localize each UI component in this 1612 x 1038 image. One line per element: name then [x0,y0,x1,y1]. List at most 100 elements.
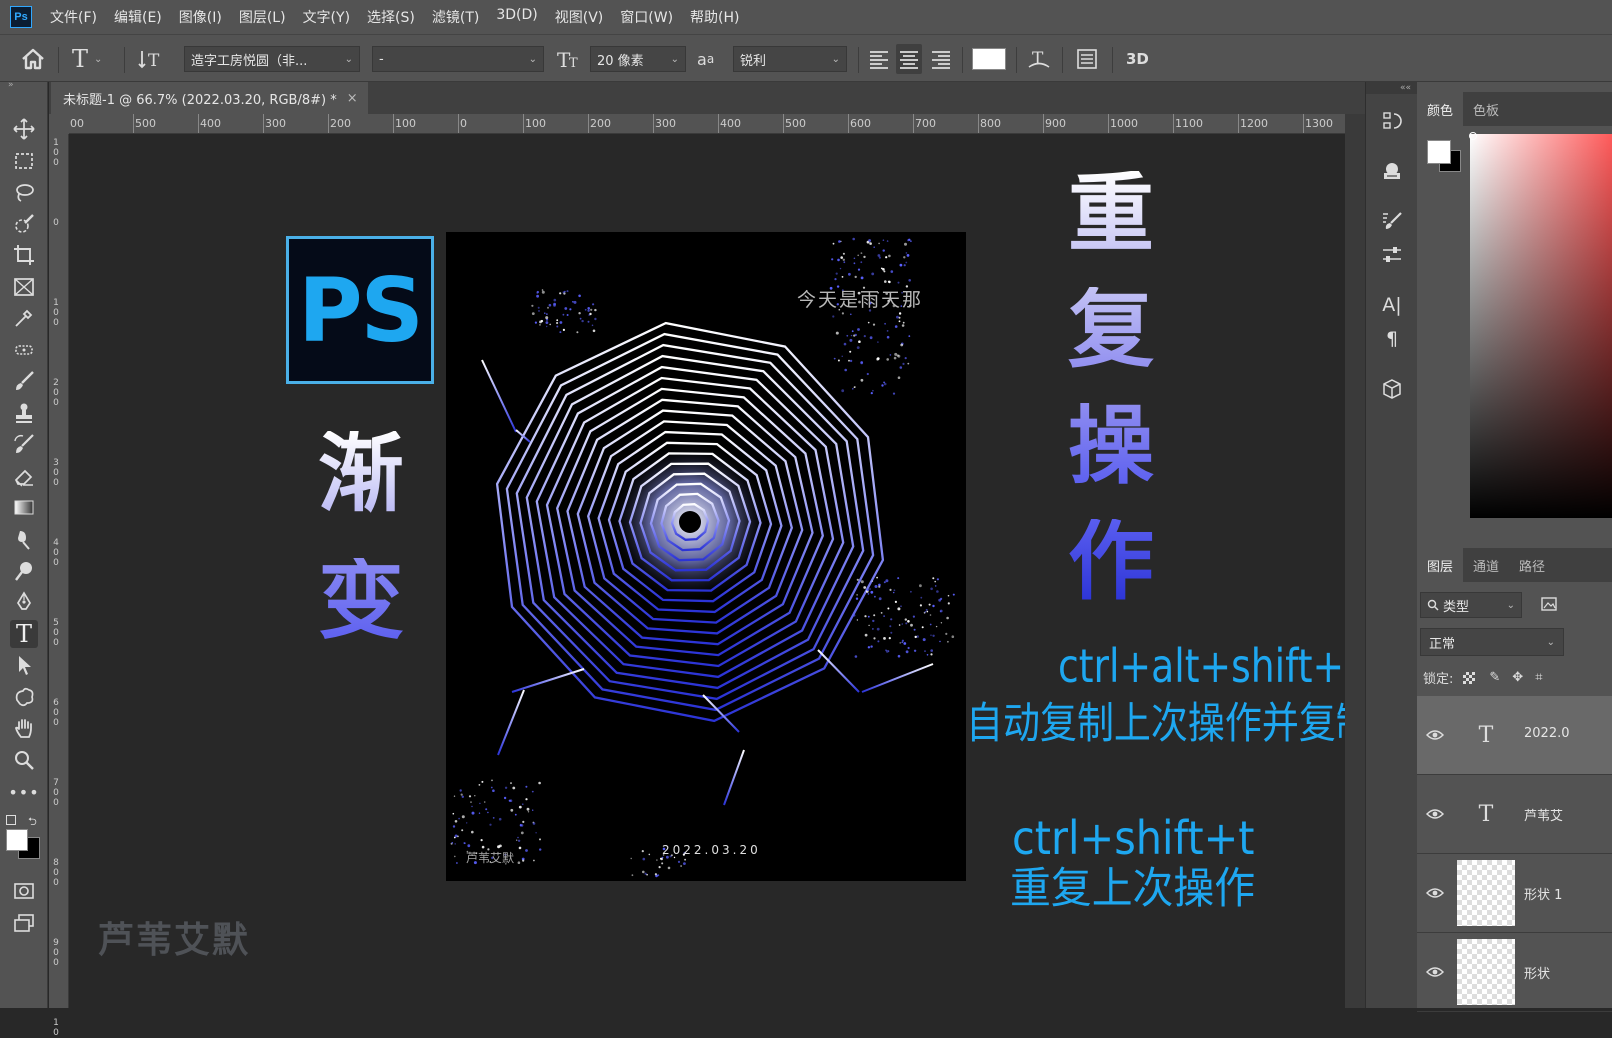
menu-item[interactable]: 选择(S) [367,7,415,27]
3d-button[interactable]: 3D [1126,44,1149,74]
crop-tool-icon[interactable] [10,241,38,269]
default-colors-icon[interactable] [6,815,16,825]
pen-tool-icon[interactable] [10,588,38,616]
layer-row[interactable]: T 2022.0 [1417,696,1612,775]
lasso-tool-icon[interactable] [10,178,38,206]
document-tab[interactable]: 未标题-1 @ 66.7% (2022.03.20, RGB/8#) * × [51,82,368,114]
align-center-icon[interactable] [896,44,922,74]
visibility-eye-icon[interactable] [1425,884,1445,903]
color-picker-cursor[interactable] [1469,132,1477,140]
frame-tool-icon[interactable] [10,273,38,301]
visibility-eye-icon[interactable] [1425,726,1445,745]
menu-item[interactable]: 滤镜(T) [432,7,479,27]
shortcut-1-keys: ctrl+alt+shift+t [1058,639,1345,693]
history-brush-tool-icon[interactable] [10,430,38,458]
3d-panel-icon[interactable] [1376,374,1408,404]
vertical-ruler[interactable]: 1 0 0 0 1 0 0 2 0 0 3 0 0 4 0 0 5 0 0 6 0 0 7 0 … [49,134,69,1038]
photoshop-logo[interactable]: Ps [10,6,32,28]
vertical-scrollbar[interactable] [1345,114,1365,1008]
brush-tool-icon[interactable] [10,367,38,395]
ruler-tick-label: 3 0 0 [53,458,59,488]
character-panel-icon[interactable] [1074,44,1100,74]
marquee-tool-icon[interactable] [10,147,38,175]
font-family-select[interactable]: 造字工房悦圆（非... ⌄ [184,46,360,72]
type-tool-icon[interactable]: T [10,620,38,648]
font-style-value: - [379,51,384,67]
blend-mode-select[interactable]: 正常 ⌄ [1420,628,1564,656]
layer-row[interactable]: 形状 1 [1417,854,1612,933]
home-icon[interactable] [20,44,46,74]
layer-row[interactable]: T 芦苇艾 [1417,775,1612,854]
quick-selection-tool-icon[interactable] [10,210,38,238]
warp-text-icon[interactable]: T [1026,44,1052,74]
quick-mask-icon[interactable] [10,877,38,905]
panel-tab[interactable]: 路径 [1509,548,1555,582]
panel-tab[interactable]: 图层 [1417,548,1464,582]
color-swatches[interactable]: ⮌ [6,815,42,867]
panel-tab[interactable]: 色板 [1463,92,1509,126]
layer-row[interactable]: 形状 [1417,933,1612,1012]
smudge-tool-icon[interactable] [10,525,38,553]
close-tab-icon[interactable]: × [347,91,358,106]
clone-stamp-tool-icon[interactable] [10,399,38,427]
foreground-color-chip[interactable] [1427,140,1451,164]
dodge-tool-icon[interactable] [10,557,38,585]
menu-item[interactable]: 编辑(E) [114,7,162,27]
lock-label: 锁定: [1423,672,1454,687]
horizontal-ruler[interactable]: 00 500 400 300 200 100 0 100 200 300 400 500 600 700 8… [69,114,1345,134]
text-color-swatch[interactable] [972,44,1006,74]
swap-colors-icon[interactable]: ⮌ [28,813,37,832]
panel-tab[interactable]: 通道 [1463,548,1509,582]
screen-mode-icon[interactable] [10,909,38,937]
ruler-origin[interactable] [49,114,69,134]
type-tool-preset-icon[interactable]: T ⌄ [72,44,102,74]
hand-tool-icon[interactable] [10,714,38,742]
lock-pixels-icon[interactable]: ✎ [1489,670,1500,685]
lock-position-icon[interactable]: ✥ [1512,670,1523,685]
menu-item[interactable]: 3D(D) [496,7,537,27]
eraser-tool-icon[interactable] [10,462,38,490]
menu-item[interactable]: 窗口(W) [620,7,673,27]
menu-item[interactable]: 帮助(H) [690,7,739,27]
menu-item[interactable]: 文字(Y) [303,7,350,27]
anti-alias-select[interactable]: 锐利 ⌄ [733,46,847,72]
lock-transparency-icon[interactable] [1463,671,1476,684]
color-picker-field[interactable] [1470,134,1612,518]
menu-item[interactable]: 图像(I) [179,7,222,27]
collapse-panels-icon[interactable]: «« [1366,82,1417,94]
text-orientation-icon[interactable]: T [138,44,164,74]
collapse-icon[interactable]: » [8,80,14,90]
properties-panel-icon[interactable] [1376,156,1408,186]
zoom-tool-icon[interactable] [10,746,38,774]
menu-item[interactable]: 图层(L) [239,7,286,27]
repeat-char-1: 重 [1068,164,1154,264]
visibility-eye-icon[interactable] [1425,963,1445,982]
more-tools-icon[interactable]: ••• [8,778,38,806]
align-left-icon[interactable] [866,44,892,74]
menu-item[interactable]: 视图(V) [555,7,604,27]
poster-document[interactable]: 今天是雨天那 2022.03.20 芦苇艾默 [446,232,966,881]
path-selection-tool-icon[interactable] [10,651,38,679]
eyedropper-tool-icon[interactable] [10,304,38,332]
font-size-select[interactable]: 20 像素 ⌄ [590,46,686,72]
custom-shape-tool-icon[interactable] [10,683,38,711]
gradient-tool-icon[interactable] [10,493,38,521]
brush-settings-icon[interactable] [1376,206,1408,236]
history-panel-icon[interactable] [1376,106,1408,136]
move-tool-icon[interactable] [10,115,38,143]
align-right-icon[interactable] [928,44,954,74]
layer-filter-select[interactable]: 类型 ⌄ [1420,592,1522,618]
adjustments-icon[interactable] [1376,240,1408,270]
font-style-select[interactable]: - ⌄ [372,46,544,72]
foreground-color-swatch[interactable] [6,829,28,851]
paragraph-icon[interactable]: ¶ [1376,324,1408,354]
ruler-tick-label: 9 0 0 [53,938,59,968]
menu-item[interactable]: 文件(F) [50,7,97,27]
panel-tab[interactable]: 颜色 [1417,92,1464,126]
visibility-eye-icon[interactable] [1425,805,1445,824]
lock-artboard-icon[interactable]: ⌗ [1535,670,1542,685]
canvas-area[interactable]: PS 渐 变 今天是雨天那 2022.03.20 芦苇艾默 重 复 操 作 ct… [70,135,1345,1008]
healing-brush-tool-icon[interactable] [10,336,38,364]
character-icon[interactable]: A| [1376,290,1408,320]
image-filter-icon[interactable] [1540,596,1558,616]
